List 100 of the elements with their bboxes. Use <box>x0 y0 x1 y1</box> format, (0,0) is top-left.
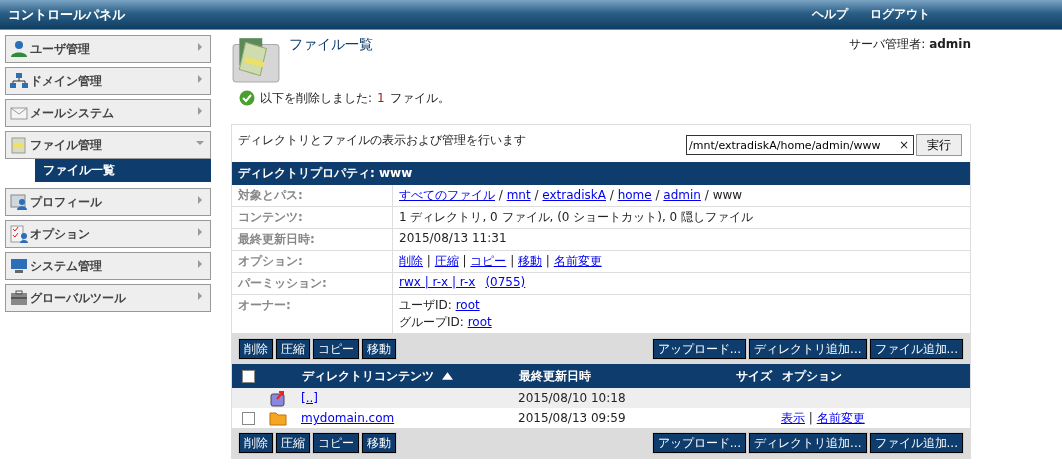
value-text: / www <box>703 188 743 202</box>
sidebar-item[interactable]: メールシステム <box>5 99 211 127</box>
option-link[interactable]: 名前変更 <box>816 410 865 425</box>
column-header[interactable]: サイズ <box>736 368 772 383</box>
sidebar-item[interactable]: プロフィール <box>5 188 211 216</box>
sort-ascending-icon[interactable] <box>442 371 454 380</box>
toolbar-button[interactable]: ディレクトリ追加... <box>749 433 867 453</box>
toolbar-button[interactable]: 移動 <box>362 339 396 359</box>
user-name: admin <box>929 37 971 51</box>
value-text: 2015/08/13 11:31 <box>399 231 507 245</box>
property-link[interactable]: root <box>467 315 492 329</box>
value-text: グループID: <box>399 315 465 329</box>
value-text: / <box>497 188 504 202</box>
value-text: | <box>544 254 551 268</box>
sidebar-item[interactable]: オプション <box>5 220 211 248</box>
modified-cell: 2015/08/13 09:59 <box>518 408 735 428</box>
toolbar-button[interactable]: 移動 <box>362 433 396 453</box>
toolbar-button[interactable]: コピー <box>313 339 359 359</box>
property-link[interactable]: rwx | r-x | r-x <box>399 275 476 289</box>
document-icon <box>10 136 28 154</box>
clear-button[interactable]: × <box>894 138 913 152</box>
property-link[interactable]: 圧縮 <box>434 254 459 268</box>
caret-right-icon <box>196 260 204 268</box>
file-link[interactable]: mydomain.com <box>301 411 395 425</box>
property-link[interactable]: 名前変更 <box>553 254 602 268</box>
toolbar-button[interactable]: 削除 <box>239 433 273 453</box>
property-link[interactable]: 移動 <box>518 254 542 268</box>
property-label: 対象とパス: <box>232 185 393 207</box>
toolbar-button[interactable]: 圧縮 <box>276 433 310 453</box>
page-title: ファイル一覧 <box>289 36 374 54</box>
value-text: 1 ディレクトリ, 0 ファイル, (0 ショートカット), 0 隠しファイル <box>399 210 754 224</box>
check-icon <box>239 90 255 106</box>
caret-down-icon <box>196 139 204 147</box>
property-link[interactable]: home <box>617 188 652 202</box>
toolbar-button[interactable]: アップロード... <box>652 339 747 359</box>
row-checkbox[interactable] <box>242 412 255 425</box>
app-title: コントロールパネル <box>8 5 125 24</box>
caret-right-icon <box>196 75 204 83</box>
sidebar-item[interactable]: システム管理 <box>5 252 211 280</box>
toolbar-button[interactable]: 圧縮 <box>276 339 310 359</box>
value-text: | <box>425 254 432 268</box>
property-link[interactable]: root <box>455 298 480 312</box>
property-link[interactable]: コピー <box>470 254 507 268</box>
caret-right-icon <box>196 228 204 236</box>
property-link[interactable]: admin <box>663 188 701 202</box>
toolbar-button[interactable]: ファイル追加... <box>869 339 963 359</box>
sidebar-item[interactable]: グローバルツール <box>5 284 211 312</box>
network-icon <box>10 72 28 90</box>
property-label: パーミッション: <box>232 272 393 295</box>
sidebar-item[interactable]: ファイル管理 <box>5 131 211 159</box>
toolbar-button[interactable]: アップロード... <box>652 433 747 453</box>
sidebar-item[interactable]: ドメイン管理 <box>5 67 211 95</box>
path-field[interactable]: /mnt/extradiskA/home/admin/www × <box>686 135 914 155</box>
checklist-icon <box>10 225 28 243</box>
property-label: オプション: <box>232 250 393 273</box>
column-header[interactable]: ディレクトリコンテンツ <box>302 368 434 383</box>
parent-folder-icon <box>269 389 287 407</box>
envelope-icon <box>10 104 28 122</box>
separator-text: | <box>807 410 814 425</box>
value-text: / <box>654 188 661 202</box>
toolbar-button[interactable]: 削除 <box>239 339 273 359</box>
description-text: ディレクトリとファイルの表示および管理を行います <box>238 132 526 149</box>
message-unit: ファイル。 <box>389 89 450 107</box>
property-link[interactable]: mnt <box>506 188 531 202</box>
toolbox-icon <box>10 289 28 307</box>
section-header: ディレクトリプロパティ: www <box>232 162 970 185</box>
toolbar-button[interactable]: ディレクトリ追加... <box>749 339 867 359</box>
column-header[interactable]: 最終更新日時 <box>519 368 591 383</box>
property-link[interactable]: すべてのファイル <box>399 188 495 202</box>
property-link[interactable]: (0755) <box>485 275 526 289</box>
header-link[interactable]: ヘルプ <box>812 6 848 23</box>
user-label: サーバ管理者: <box>849 37 926 51</box>
message-count: 1 <box>377 91 385 105</box>
toolbar-button[interactable]: コピー <box>313 433 359 453</box>
caret-right-icon <box>196 196 204 204</box>
property-link[interactable]: extradiskA <box>542 188 606 202</box>
sidebar-item[interactable]: ユーザ管理 <box>5 35 211 63</box>
toolbar-button[interactable]: ファイル追加... <box>869 433 963 453</box>
sidebar-subitem[interactable]: ファイル一覧 <box>35 159 211 182</box>
message-text: 以下を削除しました: <box>260 89 373 107</box>
property-label: 最終更新日時: <box>232 228 393 251</box>
header-link[interactable]: ログアウト <box>870 6 930 23</box>
value-text: / <box>533 188 540 202</box>
column-header[interactable]: オプション <box>782 368 842 383</box>
option-link[interactable]: 表示 <box>781 410 805 425</box>
caret-right-icon <box>196 292 204 300</box>
caret-right-icon <box>196 107 204 115</box>
property-label: オーナー: <box>232 294 393 334</box>
file-link[interactable]: [..] <box>301 391 318 405</box>
go-button[interactable]: 実行 <box>916 134 962 156</box>
value-text: / <box>608 188 615 202</box>
property-link[interactable]: 削除 <box>399 254 423 268</box>
value-text: | <box>461 254 468 268</box>
person-icon <box>10 40 28 58</box>
profile-icon <box>10 193 28 211</box>
value-text: ユーザID: <box>399 298 453 312</box>
property-label: コンテンツ: <box>232 206 393 229</box>
caret-right-icon <box>196 43 204 51</box>
modified-cell: 2015/08/10 10:18 <box>518 388 735 408</box>
select-all-checkbox[interactable] <box>242 370 255 383</box>
